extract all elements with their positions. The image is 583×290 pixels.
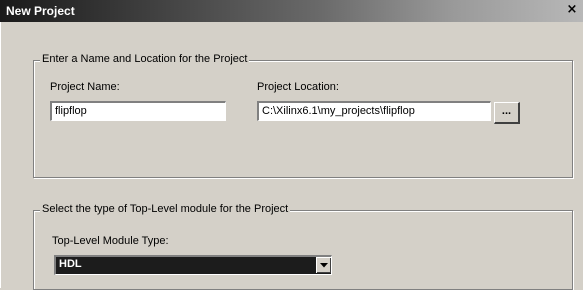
window-title: New Project [6,4,75,18]
close-icon[interactable]: × [565,3,579,17]
module-type-value: HDL [59,258,82,270]
toplevel-group: Select the type of Top-Level module for … [33,203,573,290]
new-project-dialog: Enter a Name and Location for the Projec… [0,22,583,290]
toplevel-legend: Select the type of Top-Level module for … [40,203,291,215]
project-name-input[interactable]: flipflop [50,101,226,121]
project-name-label: Project Name: [50,81,120,93]
name-location-legend: Enter a Name and Location for the Projec… [40,53,250,65]
browse-button[interactable]: ... [494,102,520,124]
module-type-label: Top-Level Module Type: [52,235,169,247]
project-location-label: Project Location: [257,81,339,93]
project-location-input[interactable]: C:\Xilinx6.1\my_projects\flipflop [257,101,491,121]
chevron-down-icon[interactable] [316,257,331,273]
module-type-select[interactable]: HDL [54,255,332,275]
title-bar[interactable]: New Project × [0,0,583,22]
name-location-group: Enter a Name and Location for the Projec… [33,53,573,178]
